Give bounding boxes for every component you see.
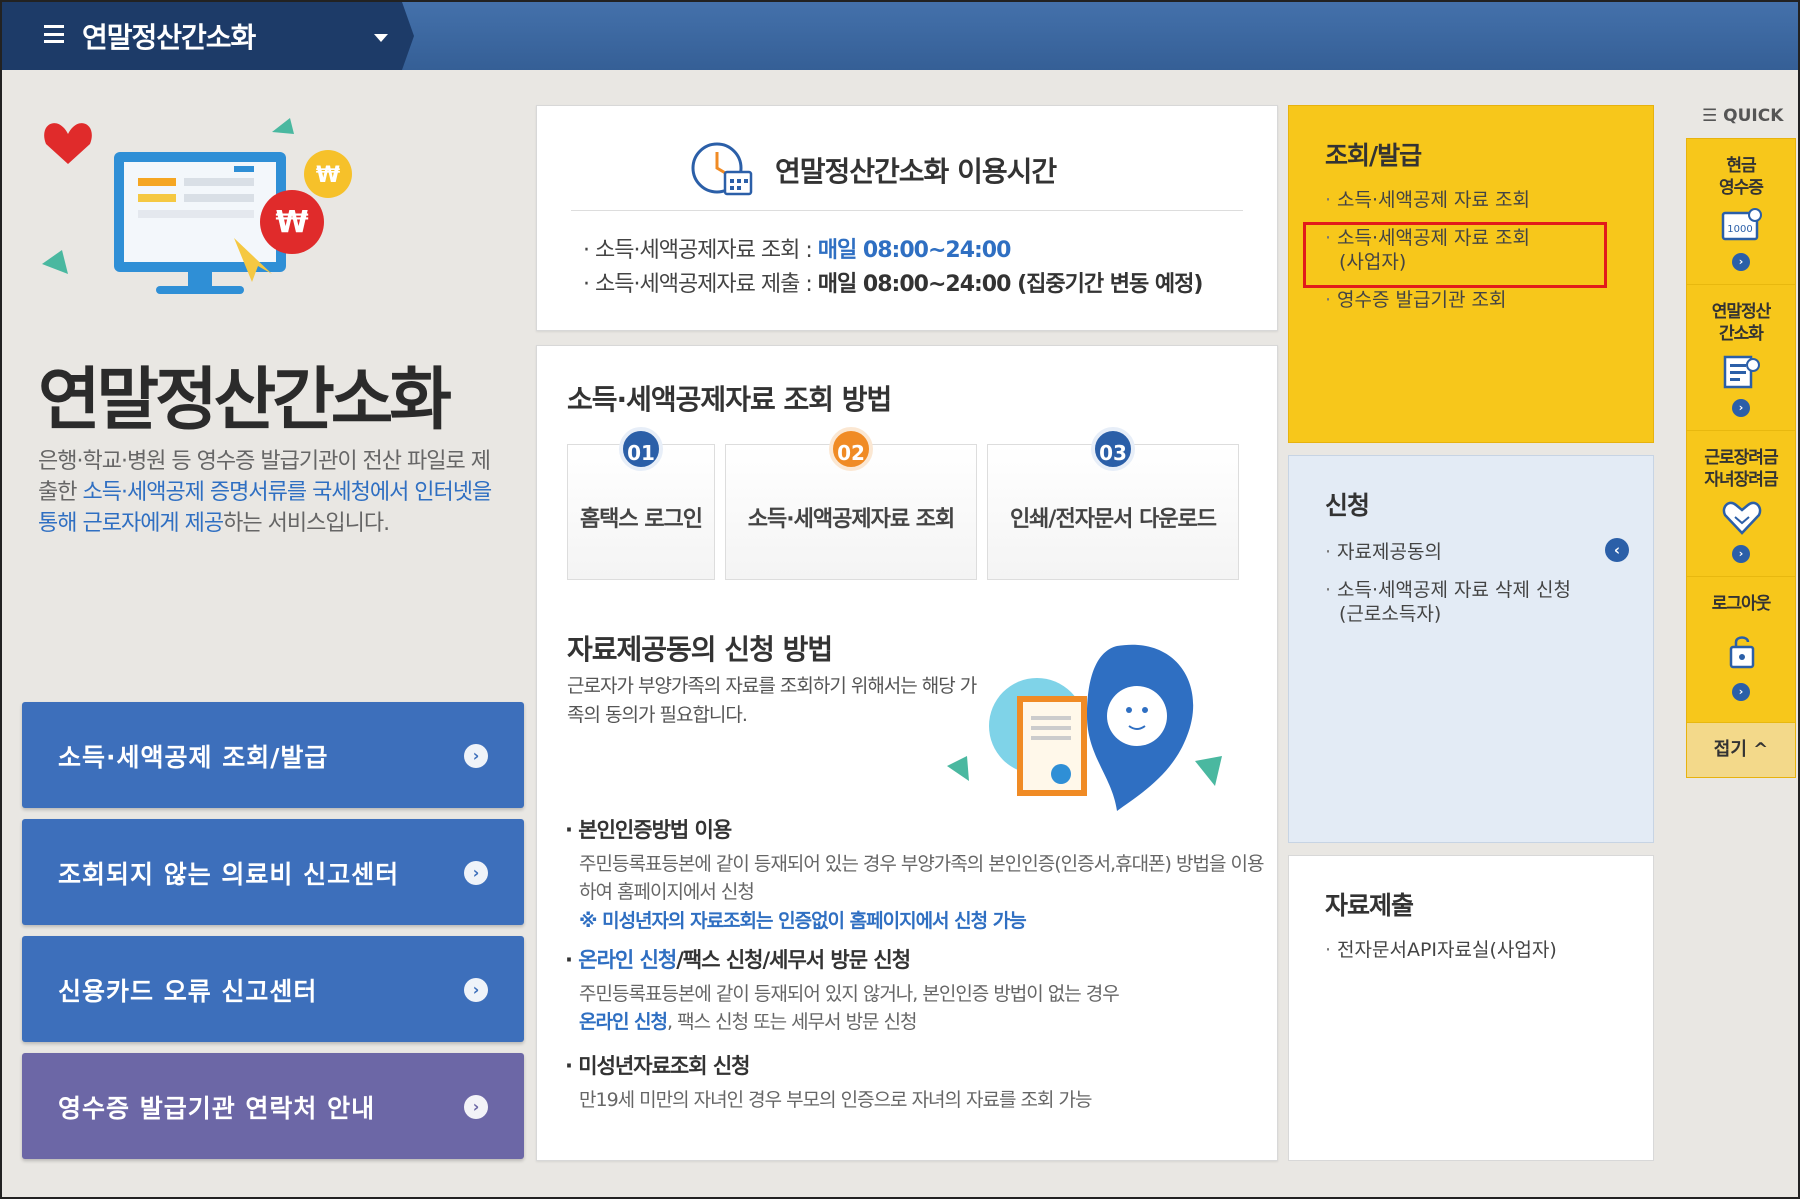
heart-icon bbox=[44, 123, 92, 164]
highlight-box bbox=[1303, 222, 1607, 288]
chevron-right-icon: › bbox=[464, 744, 488, 768]
chevron-right-icon: › bbox=[464, 1095, 488, 1119]
quick-menu-fold-button[interactable]: 접기 ^ bbox=[1687, 723, 1795, 777]
inquiry-method-card: 소득·세액공제자료 조회 방법 01 홈택스 로그인 02 소득·세액공제자료 … bbox=[536, 345, 1278, 1161]
divider bbox=[571, 210, 1243, 211]
inquiry-method-title: 소득·세액공제자료 조회 방법 bbox=[567, 383, 892, 416]
consent-method-minor: · 미성년자료조회 신청 만19세 미만의 자녀인 경우 부모의 인증으로 자녀… bbox=[565, 1054, 1093, 1111]
consent-title: 자료제공동의 신청 방법 bbox=[567, 633, 833, 666]
consent-illustration bbox=[947, 644, 1222, 811]
menu-tab[interactable]: 연말정산간소화 bbox=[2, 2, 414, 70]
svg-text:₩: ₩ bbox=[275, 205, 308, 240]
inquiry-issue-panel: 조회/발급 · 소득·세액공제 자료 조회 · 소득·세액공제 자료 조회 (사업자)… bbox=[1288, 105, 1654, 443]
quick-logout[interactable]: 로그아웃 › bbox=[1687, 577, 1795, 723]
submit-link-api[interactable]: · 전자문서API자료실(사업자) bbox=[1325, 938, 1557, 962]
step-login[interactable]: 01 홈택스 로그인 bbox=[567, 427, 715, 580]
hero-illustration: ₩ ₩ bbox=[42, 118, 352, 294]
chevron-right-icon: › bbox=[1732, 399, 1750, 417]
chevron-right-icon: › bbox=[1732, 545, 1750, 563]
consent-method-self-auth: · 본인인증방법 이용 주민등록표등본에 같이 등재되어 있는 경우 부양가족의… bbox=[565, 818, 1264, 932]
top-bar: 연말정산간소화 bbox=[2, 2, 1798, 70]
step-download[interactable]: 03 인쇄/전자문서 다운로드 bbox=[987, 427, 1239, 580]
usage-hours-title: 연말정산간소화 이용시간 bbox=[775, 155, 1057, 188]
logout-lock-icon bbox=[1729, 636, 1755, 669]
submit-panel: 자료제출 · 전자문서API자료실(사업자) bbox=[1288, 855, 1654, 1161]
step-number: 02 bbox=[829, 427, 873, 471]
step-number: 01 bbox=[619, 427, 663, 471]
svg-text:₩: ₩ bbox=[316, 163, 340, 188]
apply-link-consent[interactable]: · 자료제공동의 bbox=[1325, 540, 1442, 564]
chevron-right-icon: › bbox=[1732, 683, 1750, 701]
inquiry-hours-row: · 소득·세액공제자료 조회 : 매일 08:00~24:00 bbox=[583, 238, 1011, 263]
quick-menu-header: ☰ QUICK bbox=[1702, 106, 1784, 126]
medical-expense-report-button[interactable]: 조회되지 않는 의료비 신고센터 › bbox=[22, 819, 524, 925]
apply-panel: 신청 · 자료제공동의 ‹ · 소득·세액공제 자료 삭제 신청 (근로소득자) bbox=[1288, 455, 1654, 843]
submit-hours-row: · 소득·세액공제자료 제출 : 매일 08:00~24:00 (집중기간 변동… bbox=[583, 272, 1203, 297]
quick-menu: 현금 영수증 1000 › 연말정산 간소화 › 근로장려금 자녀장려금 › 로그아웃 bbox=[1686, 138, 1796, 778]
online-apply-link[interactable]: 온라인 신청 bbox=[578, 948, 677, 972]
svg-text:1000: 1000 bbox=[1727, 224, 1752, 235]
inquiry-link-issuer[interactable]: · 영수증 발급기관 조회 bbox=[1325, 288, 1506, 312]
inquiry-link-income-deduction[interactable]: · 소득·세액공제 자료 조회 bbox=[1325, 188, 1530, 212]
chevron-right-icon: › bbox=[464, 861, 488, 885]
usage-hours-card: 연말정산간소화 이용시간 · 소득·세액공제자료 조회 : 매일 08:00~2… bbox=[536, 105, 1278, 331]
caret-down-icon[interactable] bbox=[374, 34, 388, 42]
heart-hand-icon bbox=[1722, 501, 1762, 535]
consent-method-online: · 온라인 신청/팩스 신청/세무서 방문 신청 주민등록표등본에 같이 등재되… bbox=[565, 948, 1120, 1033]
online-apply-link[interactable]: 온라인 신청 bbox=[579, 1011, 668, 1033]
document-search-icon bbox=[1723, 355, 1760, 389]
income-tax-deduction-button[interactable]: 소득·세액공제 조회/발급 › bbox=[22, 702, 524, 808]
submit-title: 자료제출 bbox=[1325, 891, 1414, 920]
menu-title[interactable]: 연말정산간소화 bbox=[82, 16, 256, 56]
hero-description: 은행·학교·병원 등 영수증 발급기관이 전산 파일로 제출한 소득·세액공제 … bbox=[38, 449, 492, 536]
step-inquiry[interactable]: 02 소득·세액공제자료 조회 bbox=[725, 427, 977, 580]
consent-description: 근로자가 부양가족의 자료를 조회하기 위해서는 해당 가족의 동의가 필요합니… bbox=[567, 675, 977, 726]
chevron-right-icon: › bbox=[464, 978, 488, 1002]
receipt-issuer-contact-button[interactable]: 영수증 발급기관 연락처 안내 › bbox=[22, 1053, 524, 1159]
hamburger-icon[interactable] bbox=[44, 25, 64, 43]
credit-card-error-button[interactable]: 신용카드 오류 신고센터 › bbox=[22, 936, 524, 1042]
chevron-right-icon: › bbox=[1732, 253, 1750, 271]
inquiry-issue-title: 조회/발급 bbox=[1325, 141, 1422, 170]
clock-calendar-icon bbox=[691, 142, 753, 196]
receipt-icon: 1000 bbox=[1721, 208, 1762, 241]
quick-year-end-settlement[interactable]: 연말정산 간소화 › bbox=[1687, 285, 1795, 431]
quick-cash-receipt[interactable]: 현금 영수증 1000 › bbox=[1687, 139, 1795, 285]
hero-title: 연말정산간소화 bbox=[38, 361, 452, 440]
step-number: 03 bbox=[1091, 427, 1135, 471]
chevron-left-icon[interactable]: ‹ bbox=[1605, 538, 1629, 562]
apply-link-delete[interactable]: · 소득·세액공제 자료 삭제 신청 (근로소득자) bbox=[1325, 578, 1571, 626]
quick-earned-income-credit[interactable]: 근로장려금 자녀장려금 › bbox=[1687, 431, 1795, 577]
apply-title: 신청 bbox=[1325, 491, 1370, 520]
